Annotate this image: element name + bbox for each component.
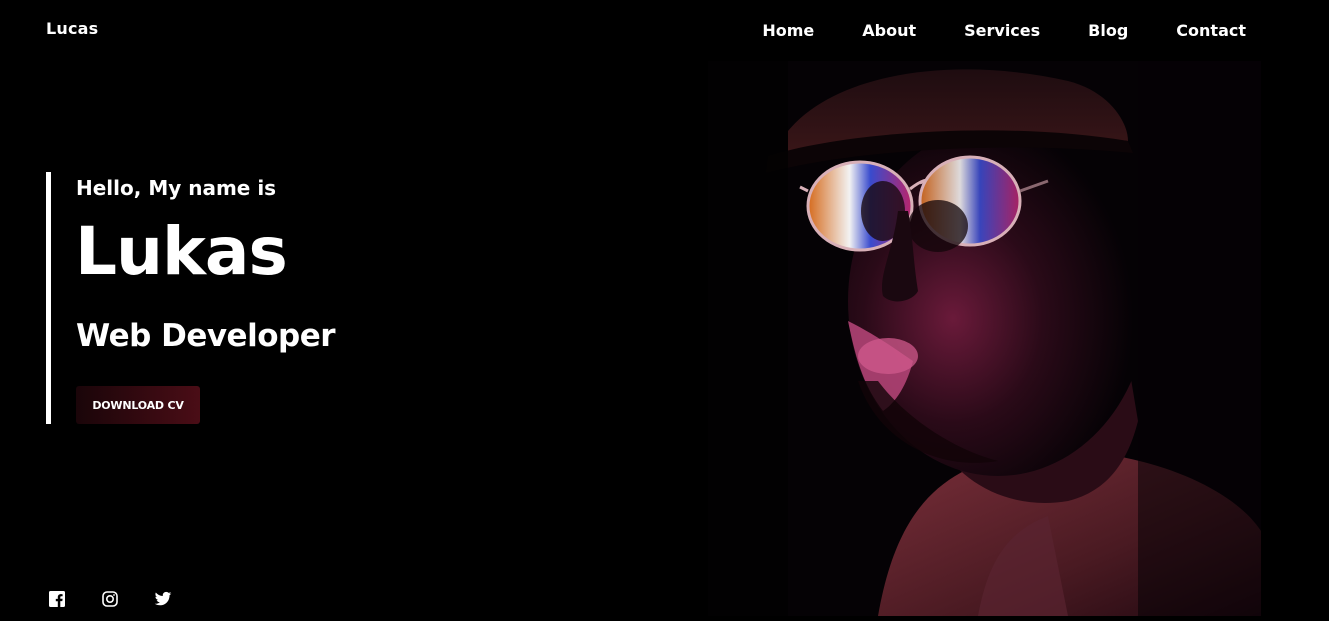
twitter-link[interactable] — [154, 590, 172, 608]
hero-intro: Hello, My name is Lukas Web Developer DO… — [46, 172, 466, 424]
nav-contact[interactable]: Contact — [1176, 21, 1246, 40]
instagram-icon — [101, 590, 119, 608]
nav-services[interactable]: Services — [964, 21, 1040, 40]
download-cv-button[interactable]: DOWNLOAD CV — [76, 386, 200, 424]
instagram-link[interactable] — [101, 590, 119, 608]
hero-greeting: Hello, My name is — [76, 176, 277, 200]
portrait-illustration — [708, 61, 1261, 616]
facebook-icon — [48, 590, 66, 608]
nav-home[interactable]: Home — [762, 21, 814, 40]
nav-about[interactable]: About — [862, 21, 916, 40]
main-nav: Home About Services Blog Contact — [762, 19, 1246, 41]
portrait-photo — [708, 61, 1261, 616]
hero-role: Web Developer — [76, 318, 336, 354]
site-logo[interactable]: Lucas — [46, 19, 98, 38]
social-links — [48, 590, 207, 608]
twitter-icon — [154, 590, 172, 608]
hero-name: Lukas — [75, 213, 288, 290]
nav-blog[interactable]: Blog — [1088, 21, 1128, 40]
facebook-link[interactable] — [48, 590, 66, 608]
page: Lucas Home About Services Blog Contact H… — [0, 0, 1329, 621]
